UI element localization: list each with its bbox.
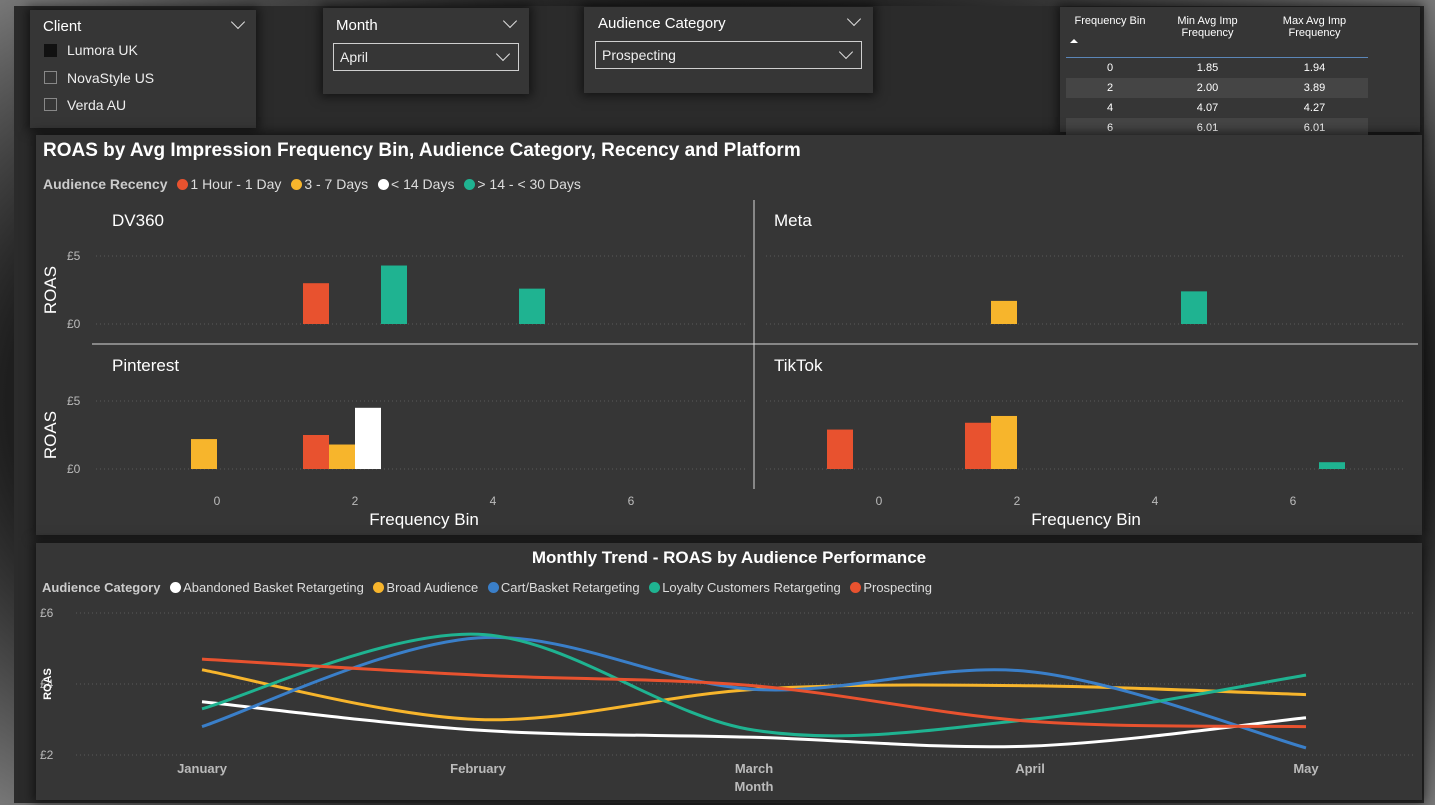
- bar: [191, 439, 217, 469]
- y-tick-label: £2: [40, 748, 54, 762]
- month-dropdown[interactable]: April: [333, 43, 519, 71]
- column-header[interactable]: Min Avg Imp Frequency: [1154, 15, 1261, 51]
- table-row: 2 2.00 3.89: [1066, 78, 1368, 98]
- table-cell: 1.94: [1303, 62, 1326, 74]
- y-tick-label: £5: [67, 249, 81, 263]
- bar: [355, 407, 381, 469]
- bar: [991, 300, 1017, 324]
- x-tick-label: January: [177, 761, 228, 776]
- client-option-label[interactable]: Lumora UK: [67, 42, 138, 58]
- y-tick-label: £5: [67, 394, 81, 408]
- column-header[interactable]: Max Avg Imp Frequency: [1261, 15, 1368, 51]
- x-tick-label: 2: [1014, 494, 1021, 508]
- table-cell: 1.85: [1196, 62, 1219, 74]
- panel-title: DV360: [112, 211, 164, 230]
- x-tick-label: 0: [876, 494, 883, 508]
- line-chart-plot: £2£4£6ROASJanuary February March April MayMo…: [40, 606, 1416, 794]
- month-value: April: [340, 49, 369, 65]
- x-tick-label: 6: [628, 494, 635, 508]
- client-slicer-title: Client: [43, 18, 82, 35]
- chevron-down-icon[interactable]: [846, 11, 862, 27]
- table-cell: 2.00: [1196, 82, 1219, 94]
- x-tick-label: May: [1293, 761, 1319, 776]
- checkbox-lumora[interactable]: [44, 44, 57, 57]
- bar: [1181, 291, 1207, 324]
- checkbox-verda[interactable]: [44, 98, 57, 111]
- month-slicer-title: Month: [336, 17, 378, 34]
- x-tick-label: 4: [490, 494, 497, 508]
- x-tick-label: 4: [1152, 494, 1159, 508]
- table-cell: 4: [1106, 102, 1114, 114]
- audience-category-slicer: Audience Category Prospecting: [584, 7, 873, 93]
- chevron-down-icon[interactable]: [230, 14, 246, 30]
- table-row: 4 4.07 4.27: [1066, 98, 1368, 118]
- x-tick-label: 6: [1290, 494, 1297, 508]
- y-axis-label: ROAS: [41, 411, 60, 459]
- audience-slicer-title: Audience Category: [598, 15, 726, 32]
- panel-title: Pinterest: [112, 356, 179, 375]
- bar: [303, 435, 329, 469]
- bar: [827, 429, 853, 469]
- x-axis-label: Month: [735, 779, 774, 794]
- y-tick-label: £0: [67, 317, 81, 331]
- series-line: [201, 657, 1307, 729]
- y-tick-label: £6: [40, 606, 54, 620]
- frequency-table-card: Frequency Bin Min Avg Imp Frequency Max …: [1060, 7, 1420, 138]
- bar: [303, 283, 329, 324]
- y-axis-label: ROAS: [42, 668, 54, 700]
- frequency-table: Frequency Bin Min Avg Imp Frequency Max …: [1066, 15, 1368, 138]
- x-tick-label: April: [1015, 761, 1045, 776]
- bar: [1319, 462, 1345, 469]
- panel-title: Meta: [774, 211, 812, 230]
- table-cell: 3.89: [1303, 82, 1326, 94]
- y-tick-label: £0: [67, 462, 81, 476]
- x-axis-label: Frequency Bin: [1031, 510, 1141, 529]
- chevron-down-icon[interactable]: [502, 13, 518, 29]
- chevron-down-icon: [495, 46, 511, 62]
- table-row: 0 1.85 1.94: [1066, 58, 1368, 79]
- x-tick-label: February: [450, 761, 506, 776]
- bar: [965, 422, 991, 469]
- chevron-down-icon: [838, 44, 854, 60]
- x-tick-label: 0: [214, 494, 221, 508]
- column-header[interactable]: Frequency Bin: [1066, 15, 1154, 51]
- monthly-trend-card: Monthly Trend - ROAS by Audience Perform…: [36, 543, 1422, 800]
- x-tick-label: 2: [352, 494, 359, 508]
- y-axis-label: ROAS: [41, 266, 60, 314]
- bar: [329, 444, 355, 469]
- bar: [381, 265, 407, 324]
- audience-dropdown[interactable]: Prospecting: [595, 41, 862, 69]
- table-cell: 2: [1106, 82, 1114, 94]
- bar-chart-plot: DV360 £0 £5 ROAS Meta Pinterest £0 £5 ROAS TikTok…: [41, 200, 1418, 529]
- table-cell: 4.27: [1303, 102, 1326, 114]
- table-cell: 4.07: [1196, 102, 1219, 114]
- x-tick-label: March: [735, 761, 773, 776]
- bar: [991, 415, 1017, 469]
- audience-value: Prospecting: [602, 47, 676, 63]
- client-option-label[interactable]: Verda AU: [67, 97, 126, 113]
- roas-bar-chart-card: ROAS by Avg Impression Frequency Bin, Au…: [36, 135, 1422, 535]
- sort-ascending-icon[interactable]: [1070, 39, 1078, 43]
- bar: [519, 288, 545, 324]
- table-cell: 0: [1106, 62, 1114, 74]
- client-slicer: Client Lumora UK NovaStyle US Verda AU: [30, 10, 256, 128]
- month-slicer: Month April: [323, 8, 529, 94]
- client-option-label[interactable]: NovaStyle US: [67, 70, 154, 86]
- panel-title: TikTok: [774, 356, 823, 375]
- checkbox-novastyle[interactable]: [44, 71, 57, 84]
- x-axis-label: Frequency Bin: [369, 510, 479, 529]
